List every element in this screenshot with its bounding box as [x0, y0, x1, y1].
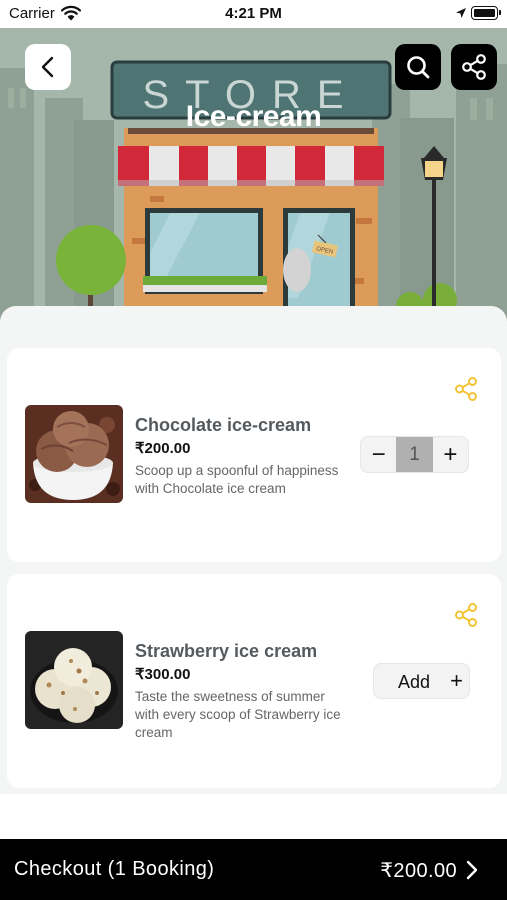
location-arrow-icon — [455, 6, 467, 24]
increase-quantity-button[interactable]: + — [433, 437, 468, 472]
back-button[interactable] — [25, 44, 71, 90]
product-description: Scoop up a spoonful of happiness with Ch… — [135, 463, 339, 496]
share-icon[interactable] — [453, 602, 479, 633]
product-price: ₹300.00 — [135, 666, 191, 683]
product-card[interactable]: Chocolate ice-cream ₹200.00 Scoop up a s… — [7, 348, 501, 562]
status-bar: Carrier 4:21 PM — [0, 0, 507, 28]
share-icon[interactable] — [453, 376, 479, 407]
product-list: Chocolate ice-cream ₹200.00 Scoop up a s… — [0, 306, 507, 794]
product-image-strawberry — [25, 631, 123, 729]
search-button[interactable] — [395, 44, 441, 90]
add-button-label: Add — [398, 672, 431, 692]
chevron-right-icon — [466, 860, 478, 885]
product-card[interactable]: Strawberry ice cream ₹300.00 Taste the s… — [7, 574, 501, 788]
status-time: 4:21 PM — [225, 5, 282, 22]
share-icon — [462, 54, 486, 80]
product-image-chocolate — [25, 405, 123, 503]
product-name: Chocolate ice-cream — [135, 415, 312, 435]
product-price: ₹200.00 — [135, 440, 191, 457]
checkout-total: ₹200.00 — [380, 860, 457, 882]
share-button[interactable] — [451, 44, 497, 90]
product-description: Taste the sweetness of summer with every… — [135, 689, 341, 740]
bottom-spacer — [0, 794, 507, 839]
quantity-value: 1 — [396, 437, 433, 472]
add-to-cart-button[interactable]: Add + — [373, 663, 470, 699]
checkout-bar[interactable]: Checkout (1 Booking) ₹200.00 — [0, 839, 507, 900]
battery-icon — [471, 6, 501, 20]
chevron-left-icon — [41, 56, 54, 78]
checkout-label: Checkout (1 Booking) — [14, 858, 215, 880]
product-name: Strawberry ice cream — [135, 641, 318, 661]
decrease-quantity-button[interactable]: − — [361, 437, 396, 472]
page-title: Ice-cream — [185, 100, 322, 133]
search-icon — [407, 56, 430, 79]
store-hero: STORE OPEN Ice-cream — [0, 28, 507, 328]
plus-icon: + — [450, 668, 463, 693]
quantity-stepper: − 1 + — [360, 436, 469, 473]
